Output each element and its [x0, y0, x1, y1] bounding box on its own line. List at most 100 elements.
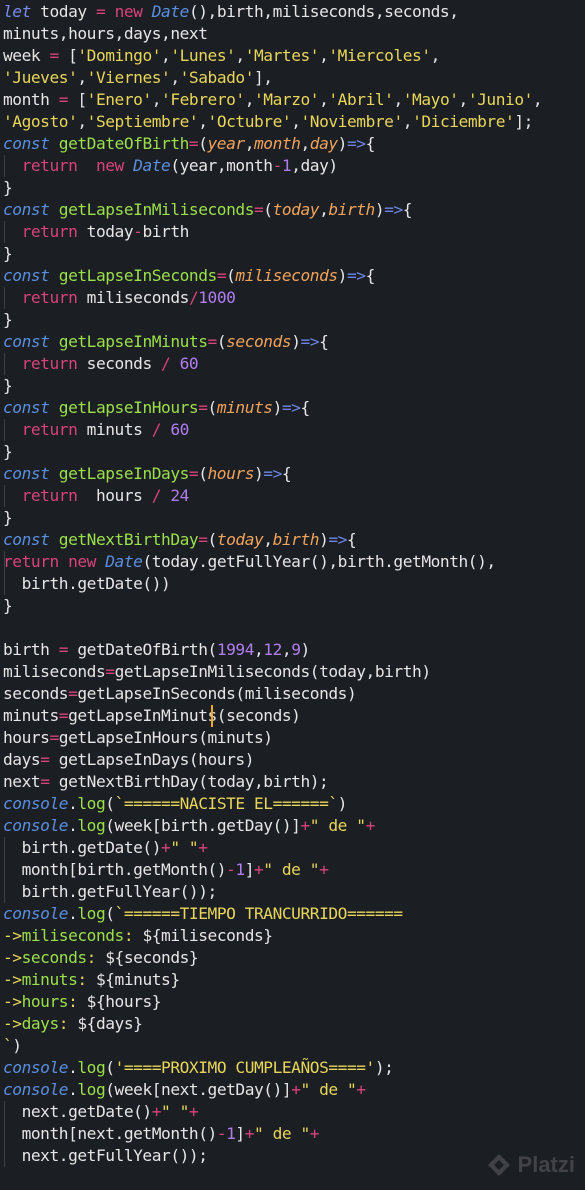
code-line[interactable]: miliseconds=getLapseInMiliseconds(today,… — [3, 661, 431, 683]
code-token: " " — [170, 838, 199, 857]
code-token: month — [254, 134, 301, 153]
code-token: ) — [374, 200, 385, 219]
code-token: ${seconds} — [105, 948, 199, 967]
code-token: , — [458, 90, 469, 109]
code-token: console — [3, 904, 69, 923]
code-line[interactable]: } — [3, 375, 13, 397]
code-line[interactable]: minuts,hours,days,next — [3, 23, 208, 45]
code-line[interactable]: console.log(`======TIEMPO TRANCURRIDO===… — [3, 903, 403, 925]
code-token: = — [68, 684, 78, 703]
code-line[interactable]: return new Date(year,month-1,day) — [3, 155, 339, 177]
code-token: ( — [207, 398, 218, 417]
code-line[interactable]: month = ['Enero','Febrero','Marzo','Abri… — [3, 89, 543, 111]
code-token: , — [170, 68, 180, 87]
code-token: console — [3, 1058, 69, 1077]
code-token: ); — [374, 1058, 394, 1077]
code-token: getDateOfBirth — [58, 134, 190, 153]
code-token: Date — [133, 156, 171, 175]
code-token: 60 — [179, 354, 199, 373]
code-token: log — [77, 1058, 106, 1077]
code-line[interactable]: month[next.getMonth()-1]+" de "+ — [3, 1123, 320, 1145]
code-line[interactable]: return new Date(today.getFullYear(),birt… — [3, 551, 496, 573]
code-line[interactable]: const getDateOfBirth=(year,month,day)=>{ — [3, 133, 375, 155]
code-line[interactable]: ->miliseconds: ${miliseconds} — [3, 925, 273, 947]
code-line[interactable]: console.log('====PROXIMO CUMPLEAÑOS===='… — [3, 1057, 394, 1079]
code-line[interactable]: ->days: ${days} — [3, 1013, 143, 1035]
code-line[interactable]: const getLapseInHours=(minuts)=>{ — [3, 397, 310, 419]
code-token: log — [77, 816, 106, 835]
code-line[interactable]: 'Jueves','Viernes','Sabado'], — [3, 67, 273, 89]
code-token: birth — [142, 222, 189, 241]
code-token: log — [77, 1080, 106, 1099]
code-token: [ — [58, 46, 78, 65]
code-line[interactable]: } — [3, 243, 13, 265]
code-token: " " — [161, 1102, 189, 1121]
code-line[interactable]: hours=getLapseInHours(minuts) — [3, 727, 273, 749]
code-line[interactable]: birth.getFullYear()); — [3, 881, 218, 903]
code-line[interactable]: console.log(`======NACISTE EL======`) — [3, 793, 347, 815]
code-token: , — [77, 68, 87, 87]
code-token: 24 — [170, 486, 189, 505]
code-token: ( — [198, 464, 208, 483]
code-line[interactable]: month[birth.getMonth()-1]+" de "+ — [3, 859, 329, 881]
code-line[interactable]: return seconds / 60 — [3, 353, 199, 375]
code-token: = — [216, 266, 227, 285]
code-token: } — [3, 596, 13, 615]
code-line[interactable]: next= getNextBirthDay(today,birth); — [3, 771, 329, 793]
code-line[interactable]: birth = getDateOfBirth(1994,12,9) — [3, 639, 310, 661]
code-editor[interactable]: let today = new Date(),birth,miliseconds… — [0, 0, 585, 1190]
code-line[interactable]: } — [3, 441, 13, 463]
code-line[interactable]: } — [3, 309, 13, 331]
code-line[interactable]: return minuts / 60 — [3, 419, 190, 441]
code-token: ` — [3, 1036, 13, 1055]
code-line[interactable]: const getLapseInSeconds=(miliseconds)=>{ — [3, 265, 375, 287]
code-line[interactable]: const getLapseInMinuts=(seconds)=>{ — [3, 331, 329, 353]
code-token: ] — [235, 1124, 245, 1143]
code-line[interactable]: } — [3, 595, 13, 617]
code-line[interactable]: ->minuts: ${minuts} — [3, 969, 180, 991]
code-token: " de " — [254, 1124, 310, 1143]
code-line[interactable]: } — [3, 507, 13, 529]
code-line[interactable]: 'Agosto','Septiembre','Octubre','Noviemb… — [3, 111, 533, 133]
code-token: const — [3, 266, 50, 285]
code-line[interactable]: return today-birth — [3, 221, 190, 243]
code-line[interactable]: week = ['Domingo','Lunes','Martes','Mier… — [3, 45, 440, 67]
code-token: / — [161, 354, 171, 373]
code-token: = — [95, 2, 106, 21]
code-token: const — [3, 200, 50, 219]
code-line[interactable]: } — [3, 177, 13, 199]
code-line[interactable]: next.getDate()+" "+ — [3, 1101, 199, 1123]
code-line[interactable]: return miliseconds/1000 — [3, 287, 236, 309]
code-line[interactable]: return hours / 24 — [3, 485, 190, 507]
code-token: console — [3, 1080, 69, 1099]
code-line[interactable]: birth.getDate()) — [3, 573, 171, 595]
code-token: birth — [272, 530, 320, 549]
code-line[interactable]: let today = new Date(),birth,miliseconds… — [3, 1, 459, 23]
code-token: / — [151, 420, 162, 439]
code-token: , — [319, 90, 329, 109]
code-line[interactable]: seconds=getLapseInSeconds(miliseconds) — [3, 683, 357, 705]
code-line[interactable]: days= getLapseInDays(hours) — [3, 749, 254, 771]
code-line[interactable]: minuts=getLapseInMinuts(seconds) — [3, 705, 301, 727]
code-token: ,day) — [291, 156, 338, 175]
code-line[interactable]: const getLapseInDays=(hours)=>{ — [3, 463, 292, 485]
code-line[interactable]: ->seconds: ${seconds} — [3, 947, 199, 969]
code-line[interactable]: const getLapseInMiliseconds=(today,birth… — [3, 199, 413, 221]
code-token: = — [198, 530, 208, 549]
code-line[interactable]: ->hours: ${hours} — [3, 991, 161, 1013]
code-token: 60 — [170, 420, 189, 439]
code-line[interactable]: console.log(week[next.getDay()]+" de "+ — [3, 1079, 366, 1101]
code-token: let — [3, 2, 31, 21]
code-line[interactable]: `) — [3, 1035, 22, 1057]
code-line[interactable]: birth.getDate()+" "+ — [3, 837, 208, 859]
code-line[interactable]: next.getFullYear()); — [3, 1145, 208, 1167]
code-line[interactable]: console.log(week[birth.getDay()]+" de "+ — [3, 815, 375, 837]
code-token: -> — [3, 948, 22, 967]
code-token: miliseconds — [235, 266, 338, 285]
code-line[interactable]: const getNextBirthDay=(today,birth)=>{ — [3, 529, 357, 551]
code-token: => — [384, 200, 403, 219]
